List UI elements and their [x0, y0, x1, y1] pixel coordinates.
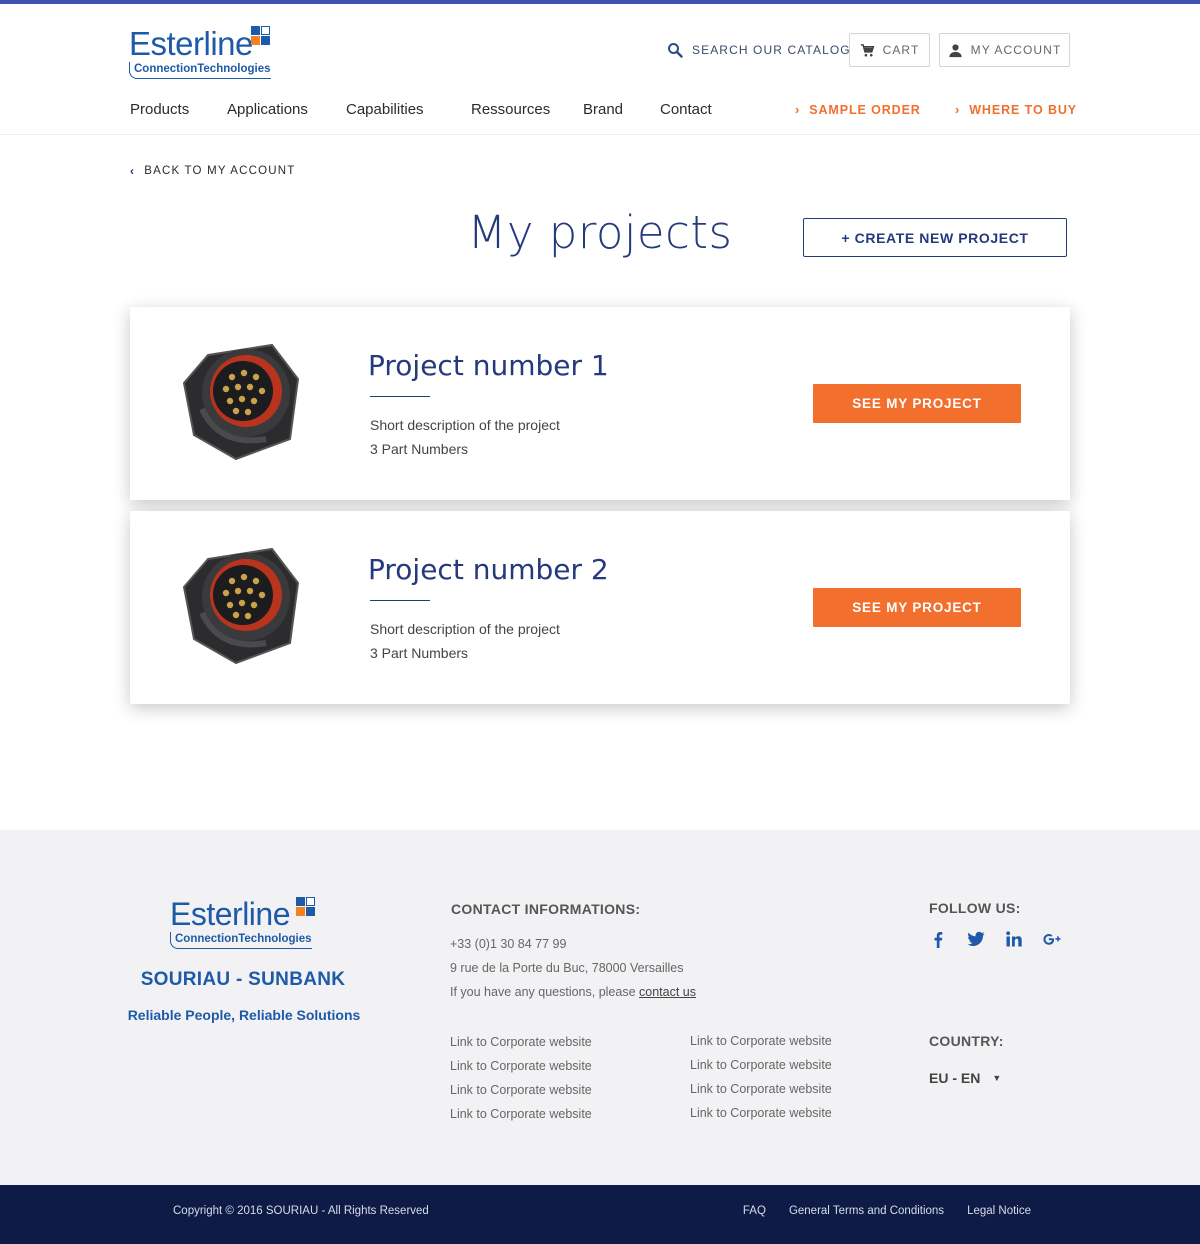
- legal-links: FAQ General Terms and Conditions Legal N…: [743, 1205, 1031, 1217]
- nav-item-capabilities[interactable]: Capabilities: [346, 101, 424, 118]
- twitter-icon[interactable]: [967, 930, 985, 948]
- account-label: MY ACCOUNT: [970, 43, 1062, 57]
- company-tagline: Reliable People, Reliable Solutions: [127, 1007, 361, 1023]
- connector-image: [182, 343, 300, 461]
- country-select[interactable]: EU - EN ▼: [929, 1070, 1001, 1086]
- footer-links-column-1: Link to Corporate website Link to Corpor…: [450, 1030, 592, 1126]
- footer-links-column-2: Link to Corporate website Link to Corpor…: [690, 1029, 832, 1125]
- contact-info: +33 (0)1 30 84 77 99 9 rue de la Porte d…: [450, 932, 696, 1004]
- corporate-link[interactable]: Link to Corporate website: [450, 1078, 592, 1102]
- search-label: SEARCH OUR CATALOG: [692, 43, 851, 57]
- cart-button[interactable]: CART: [849, 33, 930, 67]
- project-title: Project number 2: [368, 553, 609, 586]
- logo-wordmark: Esterline: [129, 25, 253, 62]
- project-part-count: 3 Part Numbers: [370, 441, 469, 457]
- project-card: Project number 1 Short description of th…: [130, 307, 1070, 500]
- google-plus-icon[interactable]: [1043, 930, 1061, 948]
- where-to-buy-link[interactable]: › WHERE TO BUY: [955, 102, 1077, 117]
- contact-us-link[interactable]: contact us: [639, 985, 696, 999]
- create-new-project-button[interactable]: + CREATE NEW PROJECT: [803, 218, 1067, 257]
- contact-question: If you have any questions, please contac…: [450, 980, 696, 1004]
- contact-heading: CONTACT INFORMATIONS:: [451, 901, 641, 917]
- logo-mark-icon: [296, 897, 316, 917]
- corporate-link[interactable]: Link to Corporate website: [690, 1053, 832, 1077]
- project-title: Project number 1: [368, 349, 609, 382]
- corporate-link[interactable]: Link to Corporate website: [690, 1077, 832, 1101]
- bottom-bar: Copyright © 2016 SOURIAU - All Rights Re…: [0, 1185, 1200, 1244]
- search-icon: [668, 43, 683, 58]
- corporate-link[interactable]: Link to Corporate website: [450, 1054, 592, 1078]
- chevron-right-icon: ›: [795, 102, 801, 117]
- chevron-right-icon: ›: [955, 102, 961, 117]
- legal-notice-link[interactable]: Legal Notice: [967, 1205, 1031, 1217]
- logo-wordmark: Esterline: [170, 896, 291, 932]
- company-name: SOURIAU - SUNBANK: [140, 969, 346, 990]
- esterline-logo[interactable]: Esterline ConnectionTechnologies: [129, 26, 279, 82]
- project-info: Short description of the project 3 Part …: [370, 413, 560, 461]
- my-account-button[interactable]: MY ACCOUNT: [939, 33, 1070, 67]
- cart-label: CART: [882, 43, 920, 57]
- terms-link[interactable]: General Terms and Conditions: [789, 1205, 944, 1217]
- project-description: Short description of the project: [370, 621, 560, 637]
- cart-icon: [860, 43, 875, 56]
- facebook-icon[interactable]: [929, 930, 947, 948]
- see-project-button[interactable]: SEE MY PROJECT: [813, 588, 1021, 627]
- contact-question-text: If you have any questions, please: [450, 985, 640, 999]
- nav-item-contact[interactable]: Contact: [660, 101, 712, 118]
- chevron-left-icon: ‹: [130, 164, 136, 178]
- follow-heading: FOLLOW US:: [929, 900, 1021, 916]
- caret-down-icon: ▼: [992, 1073, 1002, 1083]
- nav-item-brand[interactable]: Brand: [583, 101, 623, 118]
- site-footer: Esterline ConnectionTechnologies SOURIAU…: [0, 830, 1200, 1185]
- corporate-link[interactable]: Link to Corporate website: [690, 1029, 832, 1053]
- linkedin-icon[interactable]: [1005, 930, 1023, 948]
- user-icon: [949, 43, 962, 57]
- project-info: Short description of the project 3 Part …: [370, 617, 560, 665]
- country-heading: COUNTRY:: [929, 1033, 1004, 1049]
- project-description: Short description of the project: [370, 417, 560, 433]
- back-to-account-link[interactable]: ‹ BACK TO MY ACCOUNT: [130, 164, 296, 178]
- title-underline: [370, 600, 430, 601]
- faq-link[interactable]: FAQ: [743, 1205, 766, 1217]
- logo-mark-icon: [251, 26, 271, 46]
- nav-item-applications[interactable]: Applications: [227, 101, 308, 118]
- country-value: EU - EN: [929, 1070, 981, 1086]
- project-part-count: 3 Part Numbers: [370, 645, 469, 661]
- connector-image: [182, 547, 300, 665]
- contact-phone: +33 (0)1 30 84 77 99: [450, 937, 567, 951]
- where-to-buy-label: WHERE TO BUY: [969, 102, 1078, 117]
- nav-item-products[interactable]: Products: [130, 101, 189, 118]
- sample-order-link[interactable]: › SAMPLE ORDER: [795, 102, 921, 117]
- corporate-link[interactable]: Link to Corporate website: [690, 1101, 832, 1125]
- logo-subtitle: ConnectionTechnologies: [129, 62, 271, 79]
- title-underline: [370, 396, 430, 397]
- footer-esterline-logo[interactable]: Esterline ConnectionTechnologies: [170, 897, 330, 953]
- project-card: Project number 2 Short description of th…: [130, 511, 1070, 704]
- site-header: Esterline ConnectionTechnologies SEARCH …: [0, 4, 1200, 135]
- logo-subtitle: ConnectionTechnologies: [170, 932, 312, 949]
- see-project-button[interactable]: SEE MY PROJECT: [813, 384, 1021, 423]
- search-catalog-link[interactable]: SEARCH OUR CATALOG: [667, 42, 851, 58]
- contact-address: 9 rue de la Porte du Buc, 78000 Versaill…: [450, 961, 684, 975]
- nav-item-ressources[interactable]: Ressources: [471, 101, 550, 118]
- back-label: BACK TO MY ACCOUNT: [144, 165, 296, 177]
- corporate-link[interactable]: Link to Corporate website: [450, 1102, 592, 1126]
- corporate-link[interactable]: Link to Corporate website: [450, 1030, 592, 1054]
- sample-order-label: SAMPLE ORDER: [809, 102, 921, 117]
- copyright-text: Copyright © 2016 SOURIAU - All Rights Re…: [173, 1205, 429, 1217]
- social-links: [929, 930, 1061, 948]
